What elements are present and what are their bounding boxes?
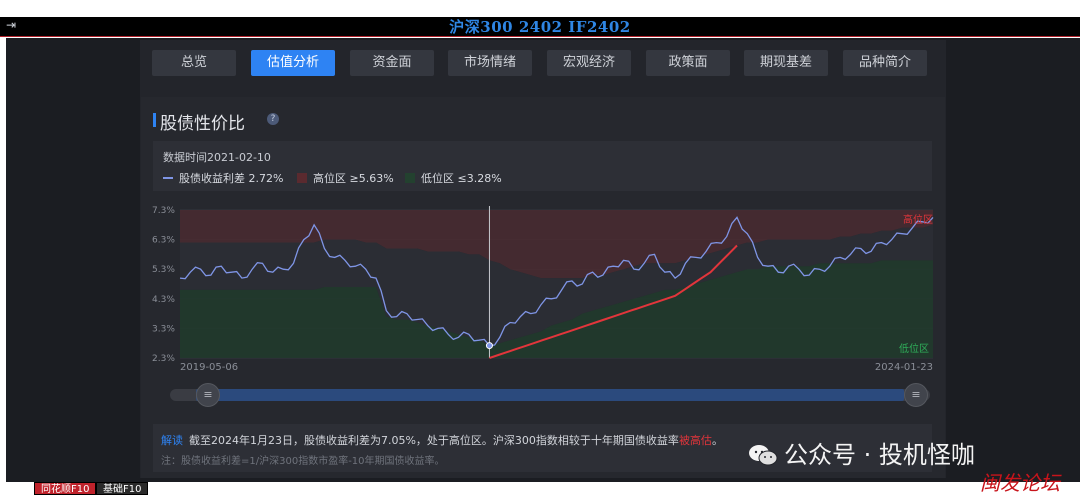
tab-ths-f10[interactable]: 同花顺F10 — [34, 482, 97, 495]
tab-overview[interactable]: 总览 — [152, 50, 236, 76]
legend-high-zone[interactable]: 高位区 ≥5.63% — [297, 170, 394, 186]
green-swatch-icon — [405, 173, 415, 183]
legend-spread[interactable]: 股债收益利差 2.72% — [163, 170, 283, 186]
cursor-point — [485, 342, 493, 350]
bottom-bar — [0, 482, 1080, 497]
y-tick-label: 3.3% — [152, 324, 175, 334]
legend-low-zone[interactable]: 低位区 ≤3.28% — [405, 170, 502, 186]
range-slider[interactable]: ≡ ≡ — [170, 383, 930, 407]
title-bar: ⇥ 沪深300 2402 IF2402 — [0, 17, 1080, 37]
interpretation-text: 解读 截至2024年1月23日，股债收益利差为7.05%，处于高位区。沪深300指… — [161, 434, 723, 447]
tab-macro[interactable]: 宏观经济 — [547, 50, 631, 76]
y-tick-label: 6.3% — [152, 236, 175, 246]
window-title: 沪深300 2402 IF2402 — [449, 18, 631, 36]
tab-capital[interactable]: 资金面 — [350, 50, 434, 76]
data-date: 数据时间2021-02-10 — [163, 151, 271, 164]
overvalued-highlight: 被高估 — [678, 434, 712, 447]
formula-note: 注：股债收益利差=1/沪深300指数市盈率-10年期国债收益率。 — [161, 456, 445, 467]
wechat-icon — [749, 445, 778, 466]
section-title: 股债性价比 — [160, 114, 245, 134]
interpretation-label: 解读 — [161, 434, 183, 447]
high-zone-label: 高位区 — [903, 213, 933, 226]
y-tick-label: 4.3% — [152, 295, 175, 305]
tab-sentiment[interactable]: 市场情绪 — [448, 50, 532, 76]
x-start-label: 2019-05-06 — [180, 362, 238, 373]
tab-product-info[interactable]: 品种简介 — [843, 50, 927, 76]
tab-bar: 总览 估值分析 资金面 市场情绪 宏观经济 政策面 期现基差 品种简介 — [152, 48, 932, 78]
tab-basic-f10[interactable]: 基础F10 — [96, 482, 149, 495]
tab-valuation[interactable]: 估值分析 — [251, 50, 335, 76]
low-zone-label: 低位区 — [899, 342, 929, 355]
slider-selection[interactable] — [196, 389, 904, 401]
help-icon[interactable]: ? — [267, 113, 279, 125]
x-end-label: 2024-01-23 — [875, 362, 933, 373]
y-tick-label: 2.3% — [152, 354, 175, 364]
y-tick-label: 7.3% — [152, 206, 175, 216]
forum-watermark: 闽发论坛 — [980, 471, 1060, 495]
tab-basis[interactable]: 期现基差 — [744, 50, 828, 76]
watermark: 公众号 · 投机怪咖 — [748, 435, 975, 470]
slider-left-handle[interactable]: ≡ — [196, 383, 220, 407]
spread-chart[interactable]: 7.3% 6.3% 5.3% 4.3% 3.3% 2.3% 高位区 低位区 2019-05… — [140, 198, 946, 378]
red-swatch-icon — [297, 173, 307, 183]
y-tick-label: 5.3% — [152, 265, 175, 275]
tab-policy[interactable]: 政策面 — [646, 50, 730, 76]
slider-right-handle[interactable]: ≡ — [904, 383, 928, 407]
line-swatch-icon — [163, 177, 173, 179]
